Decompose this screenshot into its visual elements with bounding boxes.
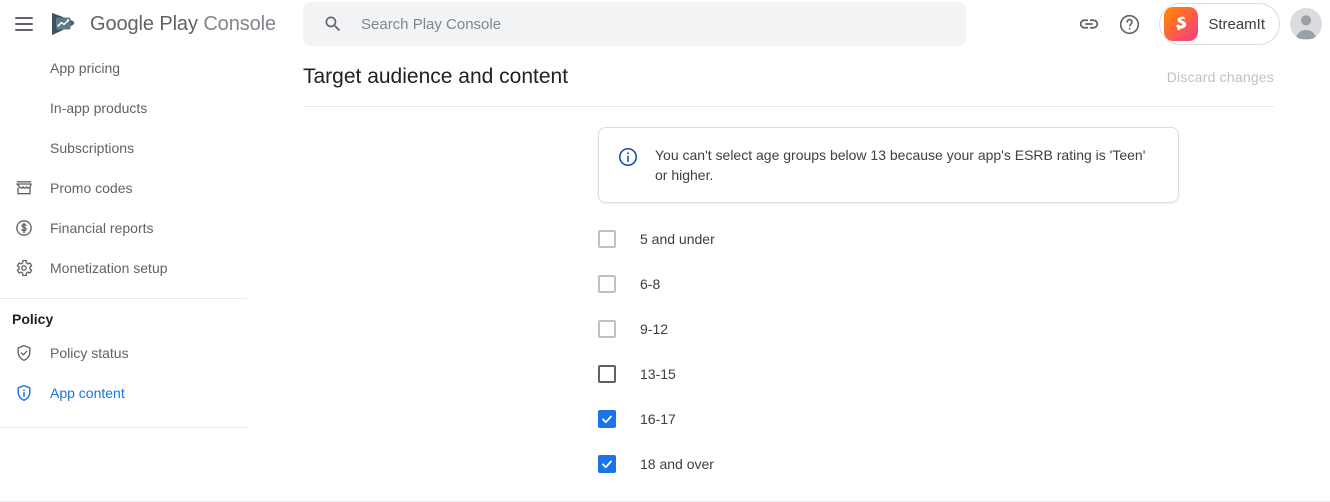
info-banner-text: You can't select age groups below 13 bec… <box>655 147 1146 183</box>
sidebar-item-label: Monetization setup <box>50 260 168 276</box>
left-sidebar: App pricing In-app products Subscription… <box>0 48 247 502</box>
sidebar-item-label: Financial reports <box>50 220 154 236</box>
sidebar-section-title-policy: Policy <box>12 311 54 327</box>
page-header: Target audience and content Discard chan… <box>247 48 1330 106</box>
sidebar-item-in-app-products[interactable]: In-app products <box>0 88 247 128</box>
content-body: You can't select age groups below 13 bec… <box>247 107 1330 486</box>
main-content: Target audience and content Discard chan… <box>247 48 1330 502</box>
sidebar-item-label: Policy status <box>50 345 129 361</box>
dollar-circle-icon <box>12 216 36 240</box>
sidebar-item-app-pricing[interactable]: App pricing <box>0 48 247 88</box>
checkbox-row-9-12[interactable]: 9-12 <box>598 306 1330 351</box>
checkbox-row-6-8[interactable]: 6-8 <box>598 261 1330 306</box>
brand-console: Console <box>203 12 277 35</box>
sidebar-item-label: In-app products <box>50 100 148 116</box>
checkbox-label: 13-15 <box>640 365 676 382</box>
sidebar-item-label: Promo codes <box>50 180 133 196</box>
sidebar-item-label: App pricing <box>50 60 121 76</box>
google-play-console-logo <box>50 11 80 37</box>
topbar-actions: StreamIt <box>1069 0 1322 48</box>
checkbox-6-8 <box>598 274 616 293</box>
checkbox-16-17[interactable] <box>598 409 616 428</box>
page-title: Target audience and content <box>303 65 569 88</box>
streamit-app-icon <box>1164 7 1199 41</box>
shield-check-icon <box>12 341 36 365</box>
checkbox-label: 5 and under <box>640 230 715 247</box>
sidebar-item-subscriptions[interactable]: Subscriptions <box>0 128 247 168</box>
checkbox-label: 6-8 <box>640 275 661 292</box>
sidebar-item-financial-reports[interactable]: Financial reports <box>0 208 247 248</box>
checkbox-row-5-and-under[interactable]: 5 and under <box>598 216 1330 261</box>
hamburger-menu-icon[interactable] <box>0 0 48 48</box>
search-input[interactable]: Search Play Console <box>303 2 966 46</box>
account-avatar-icon[interactable] <box>1290 8 1322 40</box>
age-group-checklist: 5 and under 6-8 9-12 13-15 16-17 18 and … <box>598 216 1330 486</box>
checkbox-label: 16-17 <box>640 410 676 427</box>
brand-title: Google Play Console <box>90 13 276 36</box>
info-circle-icon <box>617 146 639 168</box>
top-app-bar: Google Play Console Search Play Console <box>0 0 1330 48</box>
sidebar-item-app-content[interactable]: App content <box>0 373 247 413</box>
current-app-chip[interactable]: StreamIt <box>1159 3 1280 45</box>
checkbox-row-16-17[interactable]: 16-17 <box>598 396 1330 441</box>
checkbox-18-and-over[interactable] <box>598 454 616 473</box>
checkbox-label: 18 and over <box>640 455 714 472</box>
sidebar-item-label: App content <box>50 385 125 401</box>
brand-logo-area[interactable]: Google Play Console <box>50 11 276 37</box>
shield-info-icon <box>12 381 36 405</box>
checkbox-5-and-under <box>598 229 616 248</box>
sidebar-divider-bottom <box>0 427 247 428</box>
link-icon[interactable] <box>1069 4 1109 44</box>
store-icon <box>12 176 36 200</box>
sidebar-item-policy-status[interactable]: Policy status <box>0 333 247 373</box>
checkbox-label: 9-12 <box>640 320 669 337</box>
info-banner: You can't select age groups below 13 bec… <box>598 127 1179 203</box>
gear-icon <box>12 256 36 280</box>
checkbox-row-18-and-over[interactable]: 18 and over <box>598 441 1330 486</box>
help-circle-icon[interactable] <box>1109 4 1149 44</box>
app-chip-label: StreamIt <box>1208 15 1265 33</box>
discard-changes-button[interactable]: Discard changes <box>1167 69 1274 85</box>
brand-google-play: Google Play <box>90 12 198 35</box>
search-icon <box>323 14 343 34</box>
search-placeholder-text: Search Play Console <box>361 15 502 33</box>
sidebar-item-monetization-setup[interactable]: Monetization setup <box>0 248 247 288</box>
checkbox-9-12 <box>598 319 616 338</box>
sidebar-item-label: Subscriptions <box>50 140 135 156</box>
sidebar-item-promo-codes[interactable]: Promo codes <box>0 168 247 208</box>
checkbox-row-13-15[interactable]: 13-15 <box>598 351 1330 396</box>
checkbox-13-15[interactable] <box>598 364 616 383</box>
